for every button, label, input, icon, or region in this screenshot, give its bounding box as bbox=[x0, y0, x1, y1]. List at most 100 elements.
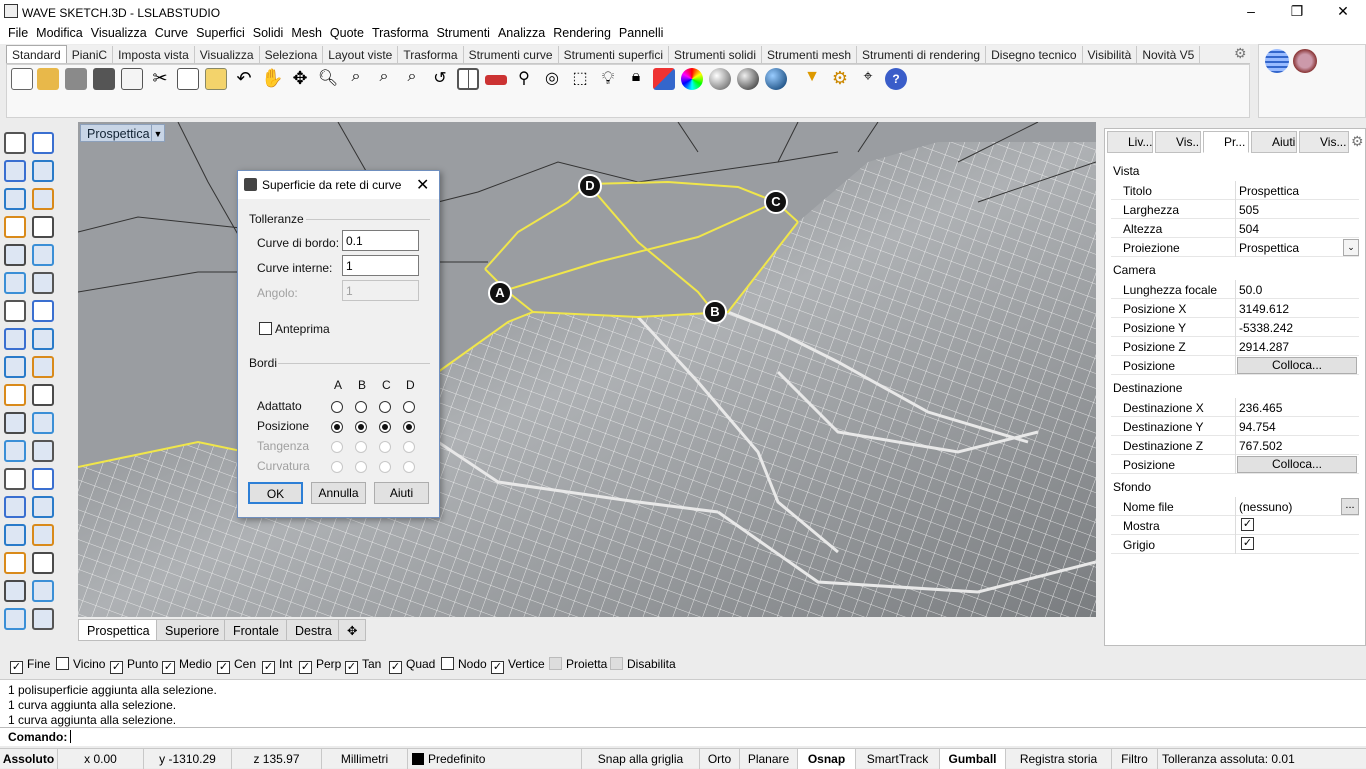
radio-posizione-c[interactable] bbox=[379, 421, 391, 433]
tool-icon[interactable] bbox=[4, 412, 26, 434]
zoom-extents-icon[interactable]: ⌕ bbox=[373, 68, 395, 90]
menu-mesh[interactable]: Mesh bbox=[287, 24, 326, 42]
osnap-punto[interactable]: ✓ Punto bbox=[110, 657, 158, 674]
status-planar[interactable]: Planare bbox=[740, 749, 798, 769]
light-icon[interactable]: ▼ bbox=[801, 68, 823, 90]
open-folder-icon[interactable] bbox=[37, 68, 59, 90]
tool-icon[interactable] bbox=[4, 272, 26, 294]
tool-icon[interactable] bbox=[4, 524, 26, 546]
tool-icon[interactable] bbox=[32, 160, 54, 182]
tool-icon[interactable] bbox=[32, 300, 54, 322]
status-layer[interactable]: Predefinito bbox=[408, 749, 582, 769]
osnap-nodo[interactable]: Nodo bbox=[441, 657, 487, 671]
tab-pianic[interactable]: PianiC bbox=[67, 46, 114, 63]
status-smarttrack[interactable]: SmartTrack bbox=[856, 749, 940, 769]
menu-trasforma[interactable]: Trasforma bbox=[368, 24, 433, 42]
osnap-disabilita[interactable]: Disabilita bbox=[610, 657, 676, 671]
toolbar-settings-icon[interactable]: ⚙ bbox=[1234, 45, 1247, 62]
prop-value[interactable]: -5338.242 bbox=[1239, 321, 1293, 335]
tool-icon[interactable] bbox=[32, 244, 54, 266]
car-icon[interactable] bbox=[485, 75, 507, 85]
menu-modifica[interactable]: Modifica bbox=[32, 24, 87, 42]
select-icon[interactable]: ⬚ bbox=[569, 68, 591, 90]
viewtab-destra[interactable]: Destra bbox=[286, 619, 341, 641]
tool-icon[interactable] bbox=[4, 608, 26, 630]
tool-icon[interactable] bbox=[4, 384, 26, 406]
tab-novita-v5[interactable]: Novità V5 bbox=[1137, 46, 1201, 63]
menu-superfici[interactable]: Superfici bbox=[192, 24, 249, 42]
tool-icon[interactable] bbox=[32, 524, 54, 546]
tab-disegno-tecnico[interactable]: Disegno tecnico bbox=[986, 46, 1083, 63]
osnap-tan[interactable]: ✓ Tan bbox=[345, 657, 381, 674]
prop-value[interactable]: 504 bbox=[1239, 222, 1259, 236]
tab-visualizza[interactable]: Visualizza bbox=[195, 46, 260, 63]
osnap-checkbox[interactable]: ✓ bbox=[217, 661, 230, 674]
tab-seleziona[interactable]: Seleziona bbox=[260, 46, 324, 63]
menu-file[interactable]: File bbox=[4, 24, 32, 42]
osnap-vicino[interactable]: Vicino bbox=[56, 657, 105, 671]
copy-icon[interactable] bbox=[177, 68, 199, 90]
new-file-icon[interactable] bbox=[11, 68, 33, 90]
tool-icon[interactable] bbox=[32, 440, 54, 462]
osnap-quad[interactable]: ✓ Quad bbox=[389, 657, 435, 674]
chevron-down-icon[interactable]: ⌄ bbox=[1343, 239, 1359, 256]
tab-strumenti-mesh[interactable]: Strumenti mesh bbox=[762, 46, 858, 63]
inner-curves-input[interactable]: 1 bbox=[342, 255, 419, 276]
osnap-proietta[interactable]: Proietta bbox=[549, 657, 607, 671]
menu-quote[interactable]: Quote bbox=[326, 24, 368, 42]
grey-checkbox[interactable]: ✓ bbox=[1241, 537, 1254, 550]
close-window-button[interactable]: ✕ bbox=[1320, 0, 1366, 24]
tool-icon[interactable] bbox=[4, 188, 26, 210]
target-place-button[interactable]: Colloca... bbox=[1237, 456, 1357, 473]
osnap-vertice[interactable]: ✓ Vertice bbox=[491, 657, 545, 674]
osnap-perp[interactable]: ✓ Perp bbox=[299, 657, 341, 674]
menu-curve[interactable]: Curve bbox=[151, 24, 192, 42]
pan-hand-icon[interactable]: ✋ bbox=[261, 68, 283, 90]
show-checkbox[interactable]: ✓ bbox=[1241, 518, 1254, 531]
tab-layout-viste[interactable]: Layout viste bbox=[323, 46, 399, 63]
tool-icon[interactable] bbox=[32, 132, 54, 154]
command-input[interactable] bbox=[70, 730, 71, 743]
osnap-checkbox[interactable]: ✓ bbox=[389, 661, 402, 674]
tool-icon[interactable] bbox=[32, 412, 54, 434]
tab-strumenti-rendering[interactable]: Strumenti di rendering bbox=[857, 46, 987, 63]
tool-icon[interactable] bbox=[32, 608, 54, 630]
restore-button[interactable]: ❐ bbox=[1274, 0, 1320, 24]
named-views-icon[interactable]: ⚲ bbox=[513, 68, 535, 90]
menu-solidi[interactable]: Solidi bbox=[249, 24, 288, 42]
radio-adattato-a[interactable] bbox=[331, 401, 343, 413]
radio-adattato-b[interactable] bbox=[355, 401, 367, 413]
tool-icon[interactable] bbox=[4, 552, 26, 574]
zoom-icon[interactable]: 🔍︎ bbox=[317, 68, 339, 90]
status-grid-snap[interactable]: Snap alla griglia bbox=[582, 749, 700, 769]
minimize-button[interactable]: – bbox=[1228, 0, 1274, 24]
tool-icon[interactable] bbox=[32, 384, 54, 406]
shaded-sphere-icon[interactable] bbox=[709, 68, 731, 90]
tab-strumenti-superfici[interactable]: Strumenti superfici bbox=[559, 46, 669, 63]
help-icon[interactable]: ? bbox=[885, 68, 907, 90]
osnap-checkbox[interactable]: ✓ bbox=[299, 661, 312, 674]
tool-icon[interactable] bbox=[32, 188, 54, 210]
tab-trasforma[interactable]: Trasforma bbox=[398, 46, 464, 63]
status-units[interactable]: Millimetri bbox=[322, 749, 408, 769]
osnap-checkbox[interactable] bbox=[610, 657, 623, 670]
panel-tab-help[interactable]: Aiuti bbox=[1251, 131, 1297, 153]
panel-tab-named-views[interactable]: Vis... bbox=[1299, 131, 1349, 153]
viewport-title[interactable]: Prospettica bbox=[80, 124, 157, 142]
osnap-medio[interactable]: ✓ Medio bbox=[162, 657, 212, 674]
prop-value[interactable]: 2914.287 bbox=[1239, 340, 1289, 354]
viewport-menu-dropdown[interactable]: ▼ bbox=[151, 124, 165, 142]
camera-place-button[interactable]: Colloca... bbox=[1237, 357, 1357, 374]
help-button[interactable]: Aiuti bbox=[374, 482, 429, 504]
osnap-checkbox[interactable] bbox=[549, 657, 562, 670]
tool-icon[interactable] bbox=[4, 328, 26, 350]
tool-icon[interactable] bbox=[4, 244, 26, 266]
tool-icon[interactable] bbox=[32, 468, 54, 490]
status-plane[interactable]: Assoluto bbox=[0, 749, 58, 769]
snap-icon[interactable]: ⌖ bbox=[857, 68, 879, 90]
tool-icon[interactable] bbox=[32, 580, 54, 602]
tool-icon[interactable] bbox=[4, 440, 26, 462]
ok-button[interactable]: OK bbox=[248, 482, 303, 504]
tab-strumenti-solidi[interactable]: Strumenti solidi bbox=[669, 46, 763, 63]
panel-tab-display[interactable]: Vis... bbox=[1155, 131, 1201, 153]
